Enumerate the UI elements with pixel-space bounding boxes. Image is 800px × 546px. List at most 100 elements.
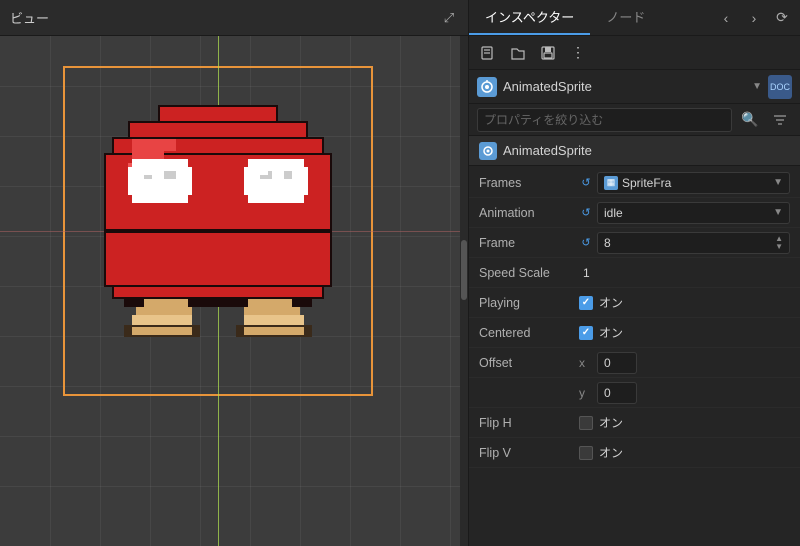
tab-node[interactable]: ノード (590, 0, 661, 35)
properties-list: Frames ↺ ▦ SpriteFra ▼ Animation ↺ idle … (469, 166, 800, 546)
more-options-btn[interactable]: ⋮ (565, 40, 591, 66)
prop-label-speed-scale: Speed Scale (479, 266, 579, 280)
x-label: x (579, 356, 591, 370)
frames-text: SpriteFra (622, 176, 671, 190)
offset-y-field[interactable]: 0 (597, 382, 637, 404)
prop-label-flip-v: Flip V (479, 446, 579, 460)
centered-checkbox[interactable]: ✓ (579, 326, 593, 340)
prop-offset-x: Offset x 0 (469, 348, 800, 378)
node-type-icon (477, 77, 497, 97)
frame-stepper[interactable]: 8 ▲ ▼ (597, 232, 790, 254)
prop-value-animation: ↺ idle ▼ (579, 202, 790, 224)
prop-animation: Animation ↺ idle ▼ (469, 198, 800, 228)
frames-dropdown-arrow: ▼ (773, 177, 783, 188)
frames-resource-picker[interactable]: ▦ SpriteFra ▼ (597, 172, 790, 194)
prop-label-playing: Playing (479, 296, 579, 310)
stepper-arrows[interactable]: ▲ ▼ (775, 235, 783, 251)
prop-value-speed-scale: 1 (579, 266, 790, 280)
node-dropdown-arrow: ▼ (752, 81, 762, 92)
offset-y-wrap: y 0 (579, 382, 637, 404)
new-script-btn[interactable] (475, 40, 501, 66)
flip-v-checkbox-wrap[interactable]: オン (579, 444, 623, 461)
offset-x-field[interactable]: 0 (597, 352, 637, 374)
expand-button[interactable]: ⤢ (440, 9, 458, 27)
stepper-down[interactable]: ▼ (775, 243, 783, 251)
prop-value-flip-v: オン (579, 444, 790, 461)
grid-line-v1 (50, 36, 51, 546)
viewport-title: ビュー (10, 8, 49, 27)
filter-icon[interactable] (768, 108, 792, 132)
y-label: y (579, 386, 591, 400)
doc-button[interactable]: DOC (768, 75, 792, 99)
section-title: AnimatedSprite (503, 143, 592, 158)
prop-offset-y: y 0 (469, 378, 800, 408)
prop-value-offset-y: y 0 (579, 382, 790, 404)
playing-checkbox[interactable]: ✓ (579, 296, 593, 310)
offset-x-wrap: x 0 (579, 352, 637, 374)
viewport-panel: ビュー ⤢ (0, 0, 468, 546)
inspector-toolbar: ⋮ (469, 36, 800, 70)
search-placeholder: プロパティを絞り込む (484, 111, 603, 128)
flip-v-label: オン (599, 444, 623, 461)
viewport-scrollbar[interactable] (460, 36, 468, 546)
reset-frame-icon[interactable]: ↺ (579, 236, 593, 250)
animation-dropdown-arrow: ▼ (773, 207, 783, 218)
prop-speed-scale: Speed Scale 1 (469, 258, 800, 288)
prop-value-frame: ↺ 8 ▲ ▼ (579, 232, 790, 254)
inspector-tabs: インスペクター ノード ‹ › ⟳ (469, 0, 800, 36)
prop-value-flip-h: オン (579, 414, 790, 431)
prop-label-frame: Frame (479, 236, 579, 250)
tab-back-btn[interactable]: ‹ (714, 6, 738, 30)
viewport-canvas[interactable] (0, 36, 468, 546)
sprite-character (88, 101, 348, 366)
node-type-selector[interactable]: AnimatedSprite ▼ DOC (469, 70, 800, 104)
prop-label-animation: Animation (479, 206, 579, 220)
section-header: AnimatedSprite (469, 136, 800, 166)
grid-line-h8 (0, 436, 468, 437)
inspector-panel: インスペクター ノード ‹ › ⟳ ⋮ AnimatedSprite ▼ (468, 0, 800, 546)
open-script-btn[interactable] (505, 40, 531, 66)
prop-flip-h: Flip H オン (469, 408, 800, 438)
prop-frames: Frames ↺ ▦ SpriteFra ▼ (469, 168, 800, 198)
viewport-header: ビュー ⤢ (0, 0, 468, 36)
prop-playing: Playing ✓ オン (469, 288, 800, 318)
prop-label-centered: Centered (479, 326, 579, 340)
grid-line-h9 (0, 486, 468, 487)
search-icon[interactable]: 🔍 (738, 108, 762, 132)
animation-value: idle (604, 206, 773, 220)
tab-history-btn[interactable]: ⟳ (770, 6, 794, 30)
playing-label: オン (599, 294, 623, 311)
grid-line-v8 (400, 36, 401, 546)
property-search-input[interactable]: プロパティを絞り込む (477, 108, 732, 132)
node-type-name: AnimatedSprite (503, 79, 746, 94)
prop-value-offset-x: x 0 (579, 352, 790, 374)
flip-h-checkbox[interactable] (579, 416, 593, 430)
viewport-scrollbar-thumb[interactable] (461, 240, 467, 300)
centered-label: オン (599, 324, 623, 341)
prop-label-flip-h: Flip H (479, 416, 579, 430)
tab-icons: ‹ › ⟳ (714, 6, 800, 30)
offset-y-value: 0 (604, 386, 611, 400)
flip-h-checkbox-wrap[interactable]: オン (579, 414, 623, 431)
speed-scale-value[interactable]: 1 (579, 266, 590, 280)
offset-x-value: 0 (604, 356, 611, 370)
frame-value: 8 (604, 236, 775, 250)
tab-inspector[interactable]: インスペクター (469, 0, 590, 35)
prop-value-frames: ↺ ▦ SpriteFra ▼ (579, 172, 790, 194)
prop-value-playing: ✓ オン (579, 294, 790, 311)
reset-frames-icon[interactable]: ↺ (579, 176, 593, 190)
save-script-btn[interactable] (535, 40, 561, 66)
grid-line-v9 (450, 36, 451, 546)
flip-h-label: オン (599, 414, 623, 431)
sprite-frames-icon: ▦ (604, 176, 618, 190)
section-icon (479, 142, 497, 160)
prop-label-frames: Frames (479, 176, 579, 190)
playing-checkbox-wrap[interactable]: ✓ オン (579, 294, 623, 311)
prop-label-offset: Offset (479, 356, 579, 370)
flip-v-checkbox[interactable] (579, 446, 593, 460)
prop-value-centered: ✓ オン (579, 324, 790, 341)
centered-checkbox-wrap[interactable]: ✓ オン (579, 324, 623, 341)
animation-dropdown[interactable]: idle ▼ (597, 202, 790, 224)
reset-animation-icon[interactable]: ↺ (579, 206, 593, 220)
tab-forward-btn[interactable]: › (742, 6, 766, 30)
